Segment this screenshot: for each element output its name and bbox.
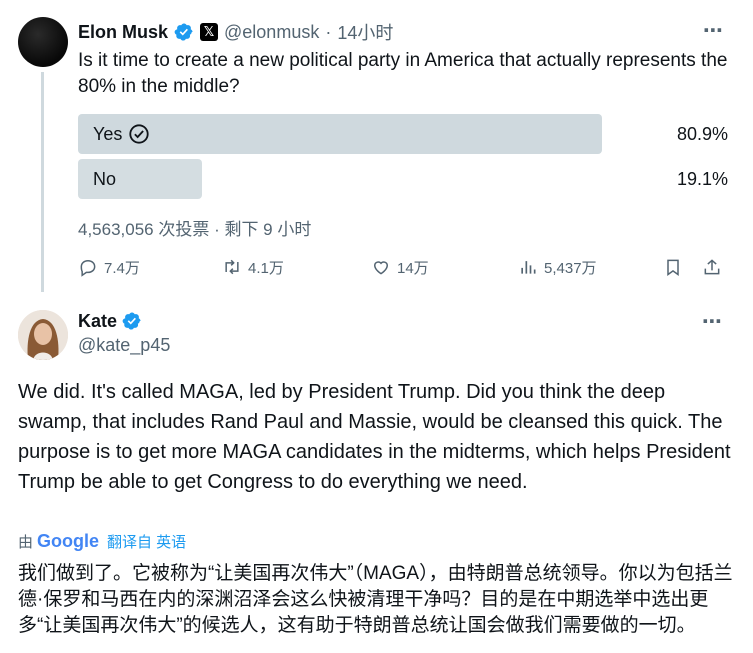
- profile-photo: [18, 310, 68, 360]
- verified-badge-icon: [122, 312, 141, 330]
- x-affiliation-icon: 𝕏: [200, 23, 219, 41]
- author-handle[interactable]: @elonmusk: [224, 22, 319, 43]
- reply-author-handle[interactable]: @kate_p45: [78, 335, 170, 356]
- share-icon: [704, 259, 720, 275]
- tweet-header: Elon Musk 𝕏 @elonmusk · 14小时: [78, 20, 393, 44]
- poll-votes-remaining: 4,563,056 次投票 · 剩下 9 小时: [78, 220, 312, 239]
- poll-option-percent: 80.9%: [676, 123, 728, 144]
- like-button[interactable]: 14万: [371, 253, 429, 281]
- verified-badge-icon: [174, 23, 193, 41]
- poll-bar-yes: [78, 114, 602, 154]
- bookmark-button[interactable]: [663, 253, 683, 281]
- heart-icon: [373, 261, 389, 275]
- repost-count: 4.1万: [248, 259, 284, 277]
- more-options-icon[interactable]: ⋯: [702, 309, 723, 334]
- reply-icon: [80, 259, 96, 277]
- translation-prefix: 由: [18, 534, 34, 551]
- separator-dot: ·: [325, 21, 332, 42]
- translated-from-link[interactable]: 翻译自 英语: [107, 531, 186, 552]
- like-count: 14万: [397, 259, 429, 277]
- check-circle-icon: [129, 124, 149, 144]
- poll-option-percent: 19.1%: [676, 168, 728, 189]
- poll-option-label: Yes: [93, 123, 123, 144]
- google-logo: Google: [37, 531, 100, 551]
- poll-option-yes: Yes 80.9%: [78, 114, 728, 154]
- reply-author-name[interactable]: Kate: [78, 311, 117, 332]
- author-name[interactable]: Elon Musk: [78, 22, 168, 43]
- repost-icon: [225, 259, 239, 275]
- reply-count: 7.4万: [104, 259, 140, 277]
- avatar[interactable]: [18, 17, 68, 67]
- reply-text: We did. It's called MAGA, led by Preside…: [18, 381, 731, 493]
- bookmark-icon: [667, 259, 679, 276]
- tweet-actions: 7.4万 4.1万 14万 5,437万: [78, 253, 726, 281]
- translation-attribution: 由 Google 翻译自 英语: [18, 531, 186, 552]
- avatar[interactable]: [18, 310, 68, 360]
- views-button[interactable]: 5,437万: [518, 253, 597, 281]
- view-count: 5,437万: [544, 259, 597, 277]
- thread-connector-line: [41, 72, 44, 292]
- more-options-icon[interactable]: ⋯: [703, 18, 724, 43]
- tweet-text: Is it time to create a new political par…: [78, 50, 728, 97]
- poll-option-label: No: [93, 168, 117, 189]
- poll-option-no: No 19.1%: [78, 159, 728, 199]
- share-button[interactable]: [702, 253, 722, 281]
- reply-header: Kate: [78, 309, 142, 333]
- timestamp[interactable]: 14小时: [337, 19, 393, 45]
- translated-text: 我们做到了。它被称为“让美国再次伟大”（MAGA），由特朗普总统领导。你以为包括…: [18, 563, 733, 636]
- repost-button[interactable]: 4.1万: [222, 253, 284, 281]
- reply-button[interactable]: 7.4万: [78, 253, 140, 281]
- analytics-icon: [521, 261, 536, 274]
